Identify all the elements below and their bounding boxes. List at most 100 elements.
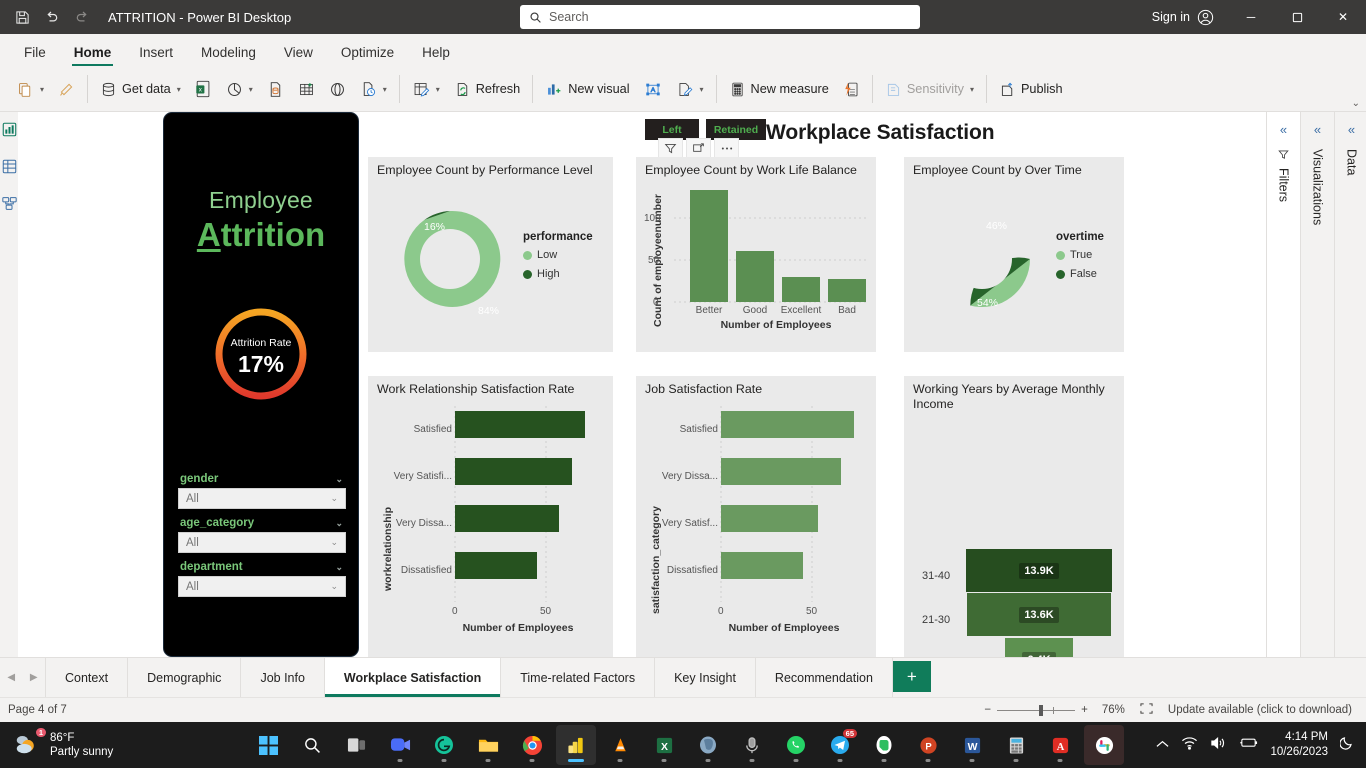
format-painter-button[interactable] [51,69,82,109]
menu-view[interactable]: View [270,45,327,68]
evernote-icon[interactable] [864,725,904,765]
zoom-thumb[interactable] [1039,704,1044,716]
funnel-bar-31-40[interactable]: 13.9K [966,549,1112,592]
start-button[interactable] [248,725,288,765]
publish-button[interactable]: Publish [992,69,1070,109]
expand-pane-icon[interactable]: « [1280,122,1287,137]
chrome-icon[interactable] [512,725,552,765]
slicer-dropdown-gender[interactable]: All ⌄ [178,488,346,509]
expand-pane-icon[interactable]: « [1348,122,1355,137]
search-box[interactable]: Search [520,5,920,29]
calculator-icon[interactable] [996,725,1036,765]
bar-satisfied[interactable] [721,411,854,438]
slack-icon[interactable] [1084,725,1124,765]
wifi-icon[interactable] [1181,736,1198,755]
slicer-header-age-category[interactable]: age_category ⌄ [178,514,346,532]
refresh-button[interactable]: Refresh [447,69,527,109]
dataverse-button[interactable] [322,69,353,109]
paste-button[interactable]: ▾ [10,69,51,109]
bar-very-satisfied[interactable] [721,505,818,532]
filters-pane[interactable]: « Filters [1266,112,1300,657]
close-button[interactable]: ✕ [1320,0,1366,34]
volume-icon[interactable] [1210,736,1227,755]
slicer-header-department[interactable]: department ⌄ [178,558,346,576]
bar-bad[interactable] [828,279,866,302]
funnel-bar-21-30[interactable]: 13.6K [967,593,1111,636]
new-visual-button[interactable]: New visual [538,69,636,109]
file-explorer-icon[interactable] [468,725,508,765]
fit-to-page-icon[interactable] [1139,702,1154,718]
bar-dissatisfied[interactable] [721,552,803,579]
recent-sources-button[interactable]: ▾ [353,69,394,109]
sign-in-button[interactable]: Sign in [1152,9,1228,26]
more-visuals-button[interactable]: ▾ [669,69,711,109]
save-icon[interactable] [8,4,36,30]
menu-optimize[interactable]: Optimize [327,45,408,68]
do-not-disturb-icon[interactable] [1339,735,1354,755]
adobe-reader-icon[interactable]: A [1040,725,1080,765]
visualizations-pane[interactable]: « Visualizations [1300,112,1334,657]
slicer-dropdown-department[interactable]: All ⌄ [178,576,346,597]
retained-filter-button[interactable]: Retained [706,119,766,140]
visual-workrelationship-bar[interactable]: Work Relationship Satisfaction Rate work… [368,376,613,657]
bar-very-dissatisfied[interactable] [721,458,841,485]
tab-time-related-factors[interactable]: Time-related Factors [501,658,656,697]
slicer-dropdown-age-category[interactable]: All ⌄ [178,532,346,553]
visual-worklife-bar[interactable]: Employee Count by Work Life Balance Coun… [636,157,876,352]
whatsapp-icon[interactable] [776,725,816,765]
tab-job-info[interactable]: Job Info [241,658,325,697]
visual-workingyears-funnel[interactable]: Working Years by Average Monthly Income … [904,376,1124,657]
quick-measure-button[interactable] [836,69,867,109]
zoom-out-button[interactable]: − [984,704,991,716]
taskbar-clock[interactable]: 4:14 PM 10/26/2023 [1270,730,1328,760]
weather-widget[interactable]: 1 86°F Partly sunny [0,727,113,761]
maximize-button[interactable] [1274,0,1320,34]
model-view-button[interactable] [1,196,17,216]
left-filter-button[interactable]: Left [645,119,699,140]
power-bi-icon[interactable] [556,725,596,765]
transform-data-button[interactable]: ▾ [405,69,447,109]
tab-context[interactable]: Context [46,658,129,697]
vlc-icon[interactable] [600,725,640,765]
tab-prev-icon[interactable]: ◀ [7,672,15,683]
telegram-icon[interactable]: 65 [820,725,860,765]
funnel-bar-11-20[interactable]: 6.4K [1005,638,1073,657]
menu-help[interactable]: Help [408,45,464,68]
undo-icon[interactable] [38,4,66,30]
update-message[interactable]: Update available (click to download) [1154,704,1366,716]
legend-item[interactable]: True [1056,249,1104,261]
redo-icon[interactable] [68,4,96,30]
tab-demographic[interactable]: Demographic [128,658,242,697]
excel-workbook-button[interactable]: x [188,69,219,109]
bar-excellent[interactable] [782,277,820,302]
slicer-header-gender[interactable]: gender ⌄ [178,470,346,488]
legend-item[interactable]: Low [523,249,593,261]
menu-file[interactable]: File [10,45,60,68]
filter-icon[interactable] [658,138,683,159]
powerbi-datasets-button[interactable]: ▾ [219,69,260,109]
sensitivity-button[interactable]: Sensitivity ▾ [878,69,981,109]
task-view-icon[interactable] [336,725,376,765]
report-canvas[interactable]: Employee Attrition Attrition Rate 17% ge… [18,112,1266,657]
add-page-button[interactable]: + [892,661,931,692]
bar-satisfied[interactable] [455,411,585,438]
powerpoint-icon[interactable]: P [908,725,948,765]
tab-navigation[interactable]: ◀ ▶ [0,658,46,697]
bar-very-satisfied[interactable] [455,458,572,485]
tab-key-insight[interactable]: Key Insight [655,658,756,697]
microphone-icon[interactable] [732,725,772,765]
word-icon[interactable]: W [952,725,992,765]
show-hidden-icons[interactable] [1156,736,1169,754]
visual-jobsatisfaction-bar[interactable]: Job Satisfaction Rate satisfaction_categ… [636,376,876,657]
bar-very-dissatisfied[interactable] [455,505,559,532]
bar-good[interactable] [736,251,774,302]
grammarly-icon[interactable] [424,725,464,765]
visual-overtime-donut[interactable]: Employee Count by Over Time 46% 54% over… [904,157,1124,352]
zoom-in-button[interactable]: + [1081,704,1088,716]
table-view-button[interactable] [2,159,17,179]
enter-data-button[interactable] [291,69,322,109]
menu-insert[interactable]: Insert [125,45,187,68]
bar-dissatisfied[interactable] [455,552,537,579]
excel-icon[interactable]: X [644,725,684,765]
menu-home[interactable]: Home [60,45,126,68]
